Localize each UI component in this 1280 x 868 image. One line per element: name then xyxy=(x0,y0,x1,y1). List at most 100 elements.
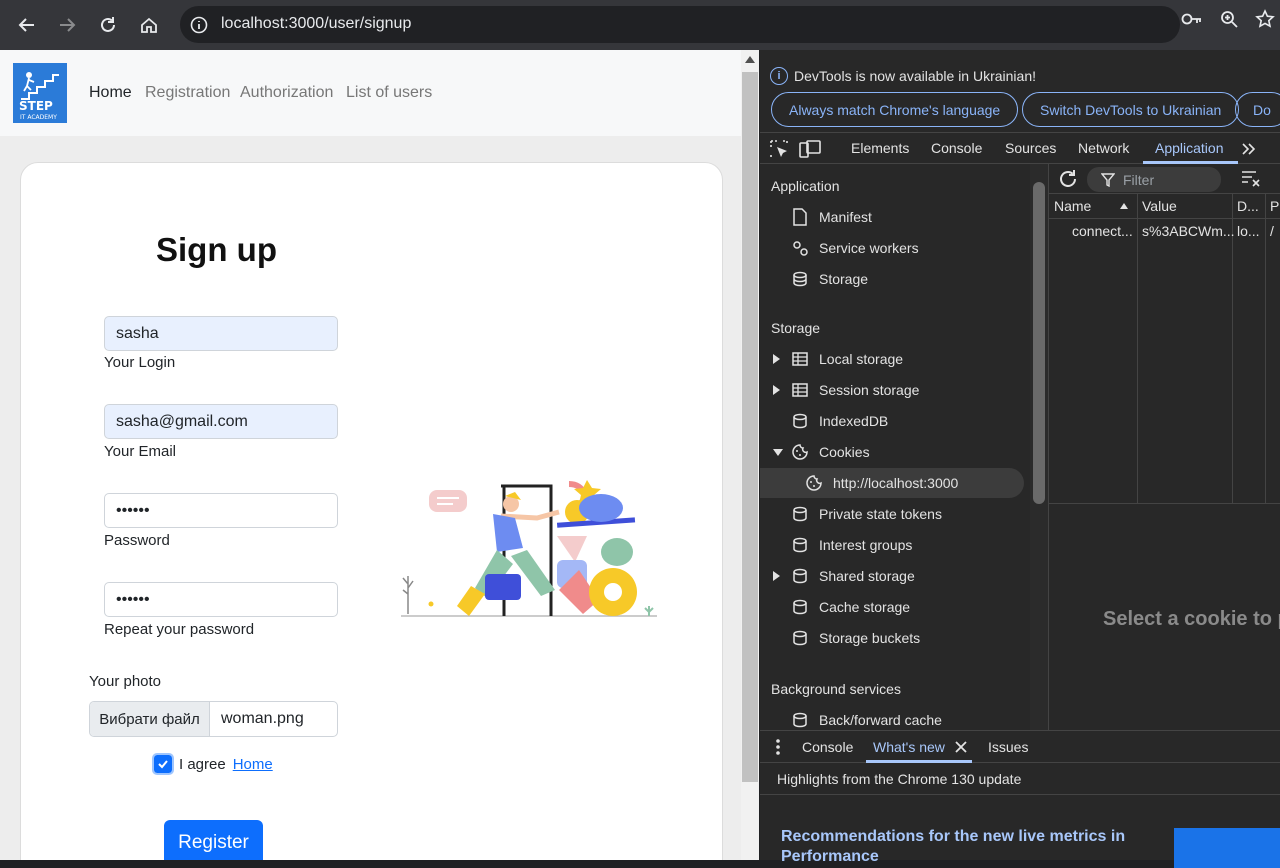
expand-arrow-icon[interactable] xyxy=(773,354,780,364)
sidebar-item-private-state-tokens[interactable]: Private state tokens xyxy=(760,499,1024,529)
address-bar[interactable]: localhost:3000/user/signup xyxy=(180,6,1180,43)
sidebar-scroll-thumb[interactable] xyxy=(1033,182,1045,504)
url-text: localhost:3000/user/signup xyxy=(221,15,412,32)
sidebar-item-cookie-localhost[interactable]: http://localhost:3000 xyxy=(760,468,1024,498)
cookie-filter-input[interactable]: Filter xyxy=(1087,167,1221,192)
tab-network[interactable]: Network xyxy=(1078,140,1129,156)
column-divider xyxy=(1232,194,1233,504)
sidebar-item-manifest[interactable]: Manifest xyxy=(760,202,1024,232)
database-icon xyxy=(791,567,809,585)
logo-step-text: STEP xyxy=(19,99,53,113)
cookie-cell-value[interactable]: s%3ABCWm... xyxy=(1142,223,1235,239)
key-icon[interactable] xyxy=(1181,8,1203,30)
column-header-domain[interactable]: D... xyxy=(1237,198,1259,214)
reload-icon xyxy=(101,17,115,32)
drawer-menu-kebab-icon[interactable] xyxy=(767,736,789,758)
sidebar-item-bfcache[interactable]: Back/forward cache xyxy=(760,705,1024,730)
nav-list-of-users[interactable]: List of users xyxy=(346,84,432,102)
sidebar-item-shared-storage[interactable]: Shared storage xyxy=(760,561,1024,591)
sidebar-item-interest-groups[interactable]: Interest groups xyxy=(760,530,1024,560)
sidebar-head-application: Application xyxy=(771,178,840,194)
refresh-icon[interactable] xyxy=(1057,168,1079,190)
tab-application[interactable]: Application xyxy=(1155,140,1224,156)
browser-toolbar: localhost:3000/user/signup xyxy=(0,0,1280,50)
cookie-table: Name Value D... P connect... s%3ABCWm...… xyxy=(1049,194,1280,504)
sidebar-item-service-workers[interactable]: Service workers xyxy=(760,233,1024,263)
switch-to-ukrainian-button[interactable]: Switch DevTools to Ukrainian xyxy=(1022,92,1240,127)
column-header-name[interactable]: Name xyxy=(1054,198,1091,214)
login-input[interactable]: sasha xyxy=(104,316,338,351)
inspect-element-icon[interactable] xyxy=(768,138,790,160)
page-scrollbar[interactable] xyxy=(741,50,759,860)
home-icon xyxy=(141,17,157,33)
web-page: STEP IT ACADEMY Home Registration Author… xyxy=(0,50,741,860)
sidebar-item-cache-storage[interactable]: Cache storage xyxy=(760,592,1024,622)
photo-file-input[interactable]: Вибрати файл woman.png xyxy=(89,701,338,737)
bookmark-star-icon[interactable] xyxy=(1254,8,1276,30)
drawer-divider xyxy=(760,794,1280,795)
table-header-divider xyxy=(1049,218,1280,219)
drawer-tab-whats-new[interactable]: What's new xyxy=(873,739,945,755)
collapse-arrow-icon[interactable] xyxy=(773,449,783,456)
logo-academy-text: IT ACADEMY xyxy=(20,114,57,121)
sidebar-item-storage-buckets[interactable]: Storage buckets xyxy=(760,623,1024,653)
nav-authorization[interactable]: Authorization xyxy=(240,84,333,102)
column-divider xyxy=(1265,194,1266,504)
always-match-language-button[interactable]: Always match Chrome's language xyxy=(771,92,1019,127)
password-input[interactable]: •••••• xyxy=(104,493,338,528)
cookie-cell-name[interactable]: connect... xyxy=(1072,223,1133,239)
nav-home[interactable]: Home xyxy=(89,84,132,102)
tab-elements[interactable]: Elements xyxy=(851,140,909,156)
register-button[interactable]: Register xyxy=(164,820,263,860)
site-navbar: STEP IT ACADEMY Home Registration Author… xyxy=(0,50,741,136)
page-title: Sign up xyxy=(156,231,277,268)
sidebar-item-storage[interactable]: Storage xyxy=(760,264,1024,294)
repeat-password-input[interactable]: •••••• xyxy=(104,582,338,617)
reload-button[interactable] xyxy=(91,8,125,42)
clear-filtered-cookies-icon[interactable] xyxy=(1240,167,1262,189)
home-button[interactable] xyxy=(132,8,166,42)
cookie-cell-path[interactable]: / xyxy=(1270,223,1274,239)
column-header-value[interactable]: Value xyxy=(1142,198,1177,214)
drawer-tab-console[interactable]: Console xyxy=(802,739,853,755)
page-scroll-thumb[interactable] xyxy=(742,72,758,782)
cookie-cell-domain[interactable]: lo... xyxy=(1237,223,1260,239)
device-toolbar-icon[interactable] xyxy=(799,138,821,160)
scroll-up-arrow-icon[interactable] xyxy=(745,56,755,63)
sidebar-item-cookies[interactable]: Cookies xyxy=(760,437,1024,467)
application-sidebar: Application Manifest Service workers Sto… xyxy=(760,164,1030,730)
agree-row: I agree Home xyxy=(152,753,273,775)
repeat-password-label: Repeat your password xyxy=(104,621,255,638)
filter-placeholder: Filter xyxy=(1123,171,1155,188)
choose-file-button[interactable]: Вибрати файл xyxy=(90,702,210,736)
sidebar-item-indexeddb[interactable]: IndexedDB xyxy=(760,406,1024,436)
close-tab-icon[interactable] xyxy=(950,736,972,758)
zoom-icon[interactable] xyxy=(1218,8,1240,30)
sidebar-scrollbar[interactable] xyxy=(1030,164,1048,730)
whats-new-headline-link[interactable]: Recommendations for the new live metrics… xyxy=(781,827,1151,867)
tab-console[interactable]: Console xyxy=(931,140,982,156)
expand-arrow-icon[interactable] xyxy=(773,385,780,395)
database-icon xyxy=(791,505,809,523)
step-logo[interactable]: STEP IT ACADEMY xyxy=(13,63,67,123)
forward-button[interactable] xyxy=(50,8,84,42)
sidebar-item-local-storage[interactable]: Local storage xyxy=(760,344,1024,374)
back-button[interactable] xyxy=(10,8,44,42)
site-info-icon[interactable] xyxy=(188,14,210,36)
email-input[interactable]: sasha@gmail.com xyxy=(104,404,338,439)
photo-label: Your photo xyxy=(89,673,162,690)
dont-show-again-button[interactable]: Do xyxy=(1235,92,1280,127)
agree-checkbox[interactable] xyxy=(152,753,174,775)
sidebar-item-session-storage[interactable]: Session storage xyxy=(760,375,1024,405)
nav-registration[interactable]: Registration xyxy=(145,84,230,102)
column-header-path[interactable]: P xyxy=(1270,198,1279,214)
drawer-tab-issues[interactable]: Issues xyxy=(988,739,1028,755)
agree-home-link[interactable]: Home xyxy=(233,756,273,773)
more-tabs-chevron-icon[interactable] xyxy=(1238,138,1260,160)
devtools-panel: i DevTools is now available in Ukrainian… xyxy=(760,50,1280,868)
arrow-left-icon xyxy=(18,18,34,32)
sidebar-head-background-services: Background services xyxy=(771,681,901,697)
tab-sources[interactable]: Sources xyxy=(1005,140,1056,156)
expand-arrow-icon[interactable] xyxy=(773,571,780,581)
column-divider xyxy=(1137,194,1138,504)
